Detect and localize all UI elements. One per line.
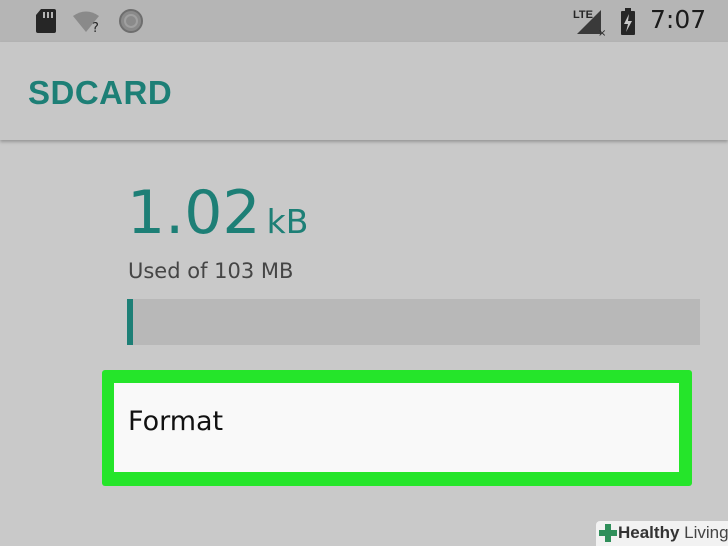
svg-text:×: × xyxy=(598,28,606,36)
watermark-text: Healthy Living xyxy=(618,523,728,542)
network-label: LTE xyxy=(573,9,593,21)
storage-progress-fill xyxy=(127,299,133,345)
format-label: Format xyxy=(128,406,224,437)
sd-card-icon xyxy=(36,9,56,33)
status-bar: ? LTE × 7:07 xyxy=(0,0,728,42)
battery-charging-icon xyxy=(621,8,635,35)
used-value: 1.02 xyxy=(127,178,261,248)
wifi-unknown-icon: ? xyxy=(73,11,99,34)
storage-used: 1.02 kB xyxy=(127,178,308,248)
page-title: SDCARD xyxy=(28,74,173,111)
used-unit: kB xyxy=(266,202,309,241)
clock: 7:07 xyxy=(650,5,707,34)
storage-caption: Used of 103 MB xyxy=(128,259,294,283)
screen: ? LTE × 7:07 SDCARD 1.02 kB Used of 103 M… xyxy=(0,0,728,546)
lte-signal-icon: LTE × xyxy=(573,9,606,36)
plus-cross-icon xyxy=(599,524,617,542)
app-bar: SDCARD xyxy=(0,42,728,140)
format-button[interactable]: Format xyxy=(114,383,679,472)
storage-progress-bar xyxy=(127,299,700,345)
sync-icon xyxy=(119,9,143,33)
svg-text:?: ? xyxy=(92,21,99,34)
watermark-logo: Healthy Living xyxy=(596,521,728,546)
